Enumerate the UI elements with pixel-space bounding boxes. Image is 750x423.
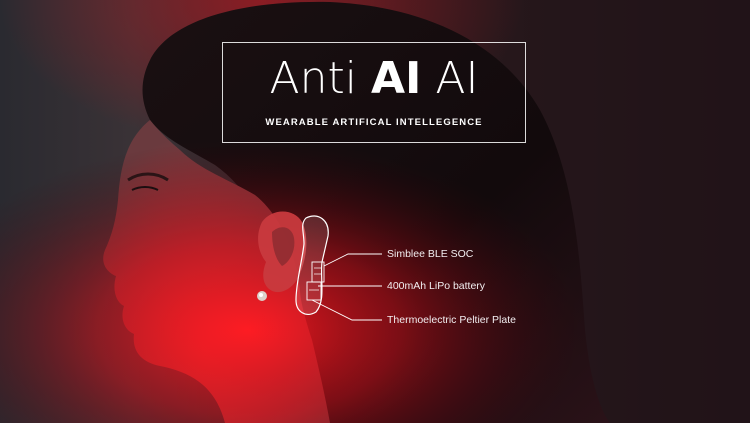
title-part-1: Anti <box>269 53 371 104</box>
product-subtitle: WEARABLE ARTIFICAL INTELLEGENCE <box>265 117 483 128</box>
callout-peltier-plate: Thermoelectric Peltier Plate <box>387 314 516 326</box>
title-frame: Anti AI AI WEARABLE ARTIFICAL INTELLEGEN… <box>222 42 526 143</box>
product-title: Anti AI AI <box>223 53 525 105</box>
title-part-3: AI <box>421 53 479 104</box>
callout-lipo-battery: 400mAh LiPo battery <box>387 280 486 292</box>
title-part-2: AI <box>370 53 422 104</box>
hero-image: Anti AI AI WEARABLE ARTIFICAL INTELLEGEN… <box>0 0 750 423</box>
callout-simblee-soc: Simblee BLE SOC <box>387 248 474 260</box>
